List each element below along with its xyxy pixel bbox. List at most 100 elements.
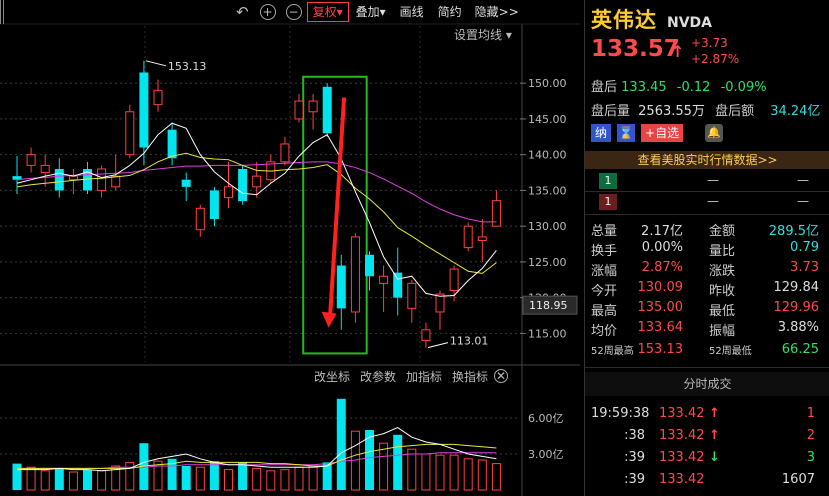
y-tick-label: 135.00 (528, 184, 567, 197)
ma5-line (16, 122, 497, 297)
volume-bar (308, 465, 318, 491)
stat-value: 130.09 (637, 280, 684, 295)
stat-value: 129.96 (773, 300, 820, 315)
candle-body (336, 265, 346, 309)
candle-body (252, 175, 262, 188)
y-tick-label: 115.00 (528, 327, 567, 340)
tick-price: 133.42 (659, 428, 705, 443)
stat-value: 3.88% (777, 320, 819, 335)
bell-icon[interactable]: 🔔 (705, 124, 723, 142)
tick-title: 分时成交 (585, 372, 829, 396)
close-icon[interactable]: ✕ (494, 369, 509, 383)
stat-label: 换手 (591, 244, 618, 259)
stat-value: 0.79 (790, 240, 819, 255)
volume-tick-label: 6.00亿 (528, 412, 564, 425)
candle-body (280, 143, 290, 163)
volume-bar (83, 469, 92, 490)
volume-bar (435, 454, 445, 491)
candle-body (125, 111, 135, 156)
tick-time: 19:59:38 (591, 406, 650, 421)
huaxian-button[interactable]: 画线 (393, 2, 431, 22)
jianyue-button[interactable]: 简约 (431, 2, 469, 22)
volume-bar (181, 466, 191, 490)
hourglass-icon[interactable]: ⌛ (617, 124, 636, 142)
y-tick-label: 145.00 (528, 113, 567, 126)
yincang-button[interactable]: 隐藏>> (469, 2, 525, 22)
candle-body (463, 225, 473, 249)
y-tick-label: 150.00 (528, 77, 567, 90)
realtime-banner[interactable]: 查看美股实时行情数据>> (585, 151, 829, 169)
stat-label: 总量 (591, 224, 618, 239)
tick-price: 133.42 (659, 472, 705, 487)
after-hours-row: 盘后 133.45 -0.12 -0.09% (591, 80, 767, 95)
candle-body (350, 236, 360, 313)
candle-body (365, 254, 374, 277)
indicator-toolbar: 改坐标 改参数 加指标 换指标 ✕ (314, 366, 518, 386)
price-change: +3.73 (691, 36, 728, 50)
kline-chart[interactable]: 150.00145.00140.00135.00130.00125.00120.… (0, 0, 580, 496)
volume-bar (407, 448, 417, 491)
stock-ticker: NVDA (667, 15, 713, 31)
ma-setting-button[interactable]: 设置均线 ▾ (454, 26, 512, 43)
stat-label: 今开 (591, 284, 618, 299)
stat-label: 52周最低 (709, 346, 752, 357)
candle-body (40, 164, 50, 174)
quote-panel: 英伟达 NVDA 133.57 ↑ +3.73 +2.87% 盘后 133.45… (584, 0, 829, 496)
candle-body (139, 72, 149, 148)
nasdaq-badge[interactable]: 纳 (591, 124, 612, 142)
last-price: 133.57 (591, 36, 680, 62)
minus-icon[interactable]: − (285, 4, 302, 20)
candle-body (68, 175, 78, 181)
stat-value: 129.84 (773, 280, 820, 295)
tick-volume: 1 (806, 406, 815, 421)
candle-body (209, 190, 219, 220)
candle-body (407, 282, 417, 309)
tick-time: :39 (624, 450, 645, 465)
volume-bar (393, 434, 403, 490)
diejia-button[interactable]: 叠加▾ (349, 2, 393, 22)
stat-label: 均价 (591, 324, 618, 339)
candle-body (322, 86, 332, 134)
stat-value: 133.64 (637, 320, 684, 335)
gai-zuobiao-button[interactable]: 改坐标 (314, 368, 350, 385)
kline-svg[interactable]: 150.00145.00140.00135.00130.00125.00120.… (0, 0, 580, 496)
scroll-handle[interactable] (0, 0, 4, 24)
buy-level-badge: 1 (599, 194, 617, 210)
candle-body (421, 329, 431, 342)
tick-time: :39 (624, 472, 645, 487)
volume-bar (125, 461, 135, 491)
candle-body (379, 275, 389, 284)
volume-bar (54, 468, 64, 490)
after-price: 133.45 (621, 80, 667, 95)
high-annotation-line (145, 60, 167, 67)
add-watchlist-button[interactable]: +自选 (641, 124, 684, 142)
after-amount: 34.24亿 (770, 104, 821, 119)
stat-value: 2.17亿 (641, 224, 683, 239)
undo-icon[interactable]: ↶ (236, 3, 249, 21)
volume-bar (449, 454, 459, 491)
volume-bar (209, 461, 219, 490)
plus-icon[interactable]: + (259, 4, 276, 20)
candle-body (167, 129, 177, 159)
volume-bar (26, 466, 36, 491)
red-arrow-head (321, 311, 337, 328)
stat-label: 量比 (709, 244, 736, 259)
jia-zhibiao-button[interactable]: 加指标 (406, 368, 442, 385)
huan-zhibiao-button[interactable]: 换指标 (452, 368, 488, 385)
volume-bar (491, 463, 501, 491)
candle-body (181, 179, 191, 187)
volume-bar (195, 466, 205, 491)
volume-tick-label: 3.00亿 (528, 448, 564, 461)
volume-bar (68, 471, 78, 491)
candle-body (224, 186, 233, 199)
gai-canshu-button[interactable]: 改参数 (360, 368, 396, 385)
candle-body (195, 207, 205, 231)
stat-value: 66.25 (781, 342, 819, 357)
price-change-pct: +2.87% (691, 52, 740, 66)
y-tick-label: 125.00 (528, 256, 567, 269)
sell-level-badge: 1 (599, 173, 617, 189)
candle-body (238, 168, 248, 202)
candle-body (308, 100, 318, 113)
candle-body (294, 100, 304, 120)
fuquan-button[interactable]: 复权▾ (306, 2, 349, 22)
